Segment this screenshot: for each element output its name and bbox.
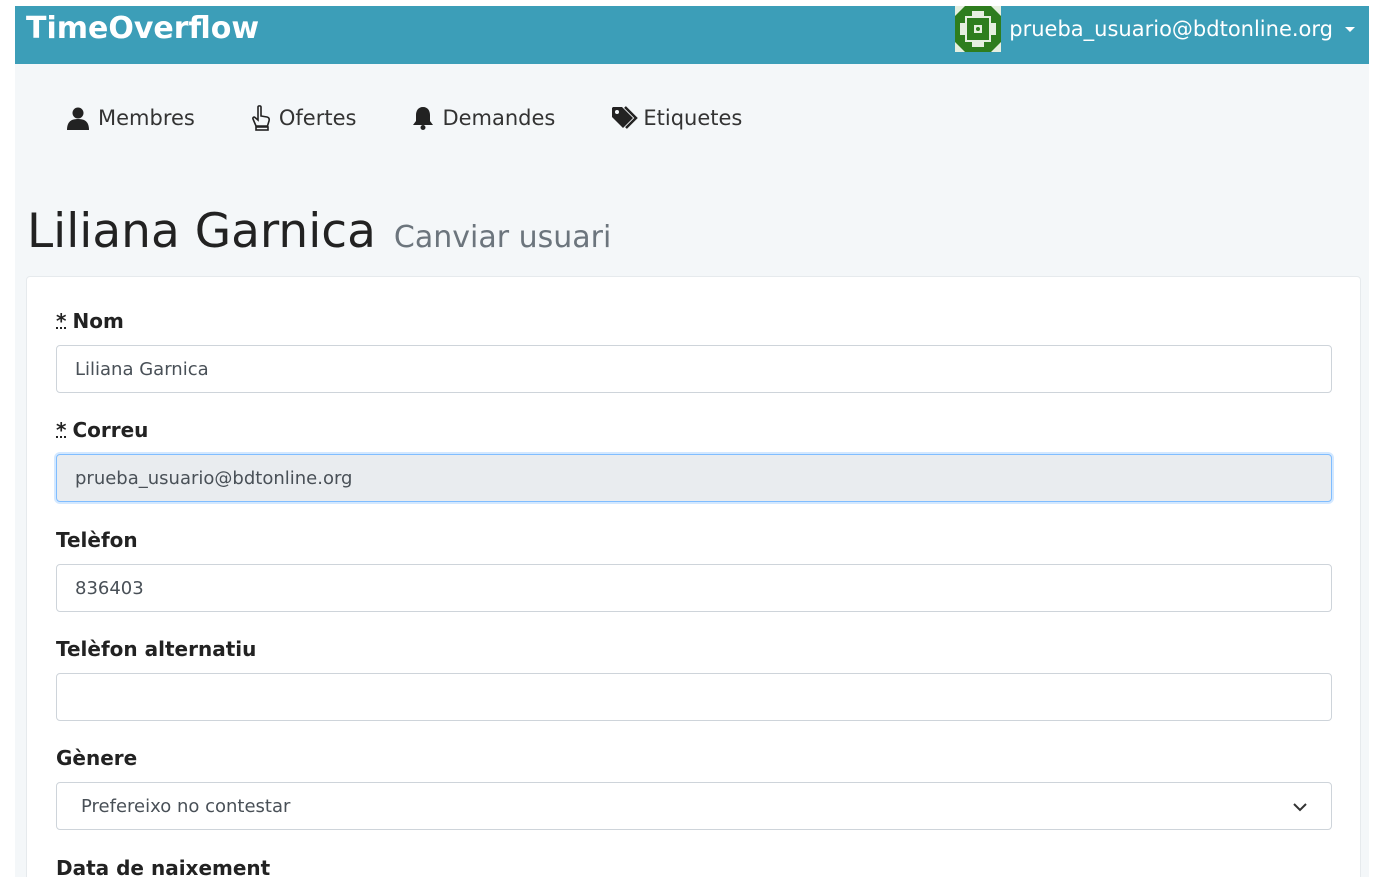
- nav-item-ofertes[interactable]: Ofertes: [251, 105, 357, 131]
- nav-item-label: Membres: [98, 106, 195, 130]
- gender-select[interactable]: Prefereixo no contestar: [56, 782, 1332, 830]
- hand-pointer-icon: [251, 105, 271, 131]
- top-navbar: TimeOverflow prueba_usuario@bdtonline.or…: [15, 6, 1369, 64]
- phone-label-text: Telèfon: [56, 528, 138, 552]
- user-menu-toggle[interactable]: prueba_usuario@bdtonline.org: [955, 6, 1355, 52]
- bell-icon: [412, 106, 434, 130]
- nav-item-label: Demandes: [442, 106, 556, 130]
- name-label: * Nom: [56, 309, 124, 333]
- nav-item-membres[interactable]: Membres: [66, 106, 195, 130]
- brand-logo-text[interactable]: TimeOverflow: [26, 11, 259, 46]
- birthdate-label-text: Data de naixement: [56, 856, 271, 877]
- tags-icon: [611, 106, 641, 130]
- email-label-text: Correu: [72, 418, 149, 442]
- phone-field[interactable]: [56, 564, 1332, 612]
- section-nav: Membres Ofertes Demandes Etiquetes: [66, 105, 798, 131]
- member-name-heading: Liliana Garnica: [27, 204, 376, 259]
- avatar: [955, 6, 1002, 52]
- nav-item-etiquetes[interactable]: Etiquetes: [611, 106, 742, 130]
- nav-item-demandes[interactable]: Demandes: [412, 106, 555, 130]
- phone-label: Telèfon: [56, 528, 138, 552]
- nav-item-label: Etiquetes: [643, 106, 743, 130]
- email-field[interactable]: [56, 454, 1332, 502]
- gender-label-text: Gènere: [56, 746, 138, 770]
- gender-label: Gènere: [56, 746, 137, 770]
- alt-phone-label-text: Telèfon alternatiu: [56, 637, 257, 661]
- nav-item-label: Ofertes: [278, 106, 357, 130]
- name-label-text: Nom: [72, 309, 124, 333]
- birthdate-label: Data de naixement: [56, 856, 270, 877]
- name-field[interactable]: [56, 345, 1332, 393]
- required-marker: *: [56, 418, 67, 442]
- user-icon: [66, 106, 90, 130]
- alt-phone-label: Telèfon alternatiu: [56, 637, 256, 661]
- page-title: Liliana Garnica Canviar usuari: [27, 204, 611, 259]
- page-subtitle: Canviar usuari: [393, 220, 612, 255]
- user-email: prueba_usuario@bdtonline.org: [1009, 17, 1333, 41]
- required-marker: *: [56, 309, 67, 333]
- email-label: * Correu: [56, 418, 148, 442]
- chevron-down-icon: [1293, 796, 1307, 817]
- alt-phone-field[interactable]: [56, 673, 1332, 721]
- chevron-down-icon: [1345, 26, 1355, 32]
- gender-selected-value: Prefereixo no contestar: [81, 795, 291, 817]
